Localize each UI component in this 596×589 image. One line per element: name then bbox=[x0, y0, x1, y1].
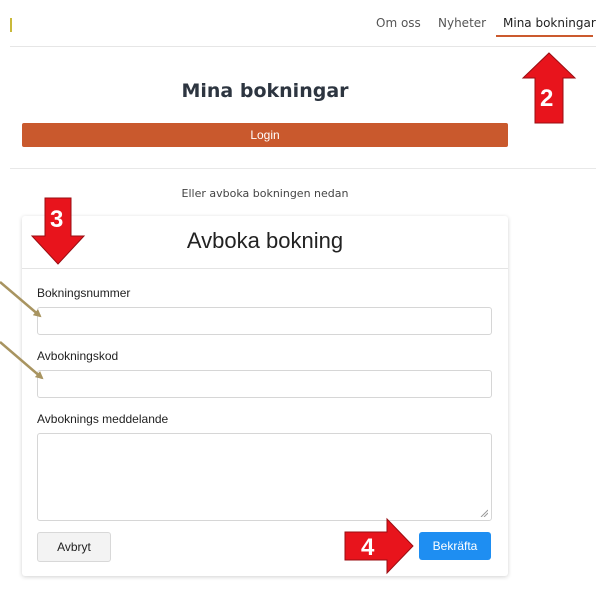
pointer-arrow-booking-number bbox=[0, 281, 42, 318]
annotation-overlay bbox=[0, 52, 577, 575]
step-3-label: 3 bbox=[50, 206, 64, 233]
step-4-arrow-icon bbox=[344, 517, 414, 575]
step-4-label: 4 bbox=[361, 534, 375, 561]
pointer-arrow-cancel-code bbox=[0, 341, 44, 380]
step-2-label: 2 bbox=[540, 85, 554, 112]
